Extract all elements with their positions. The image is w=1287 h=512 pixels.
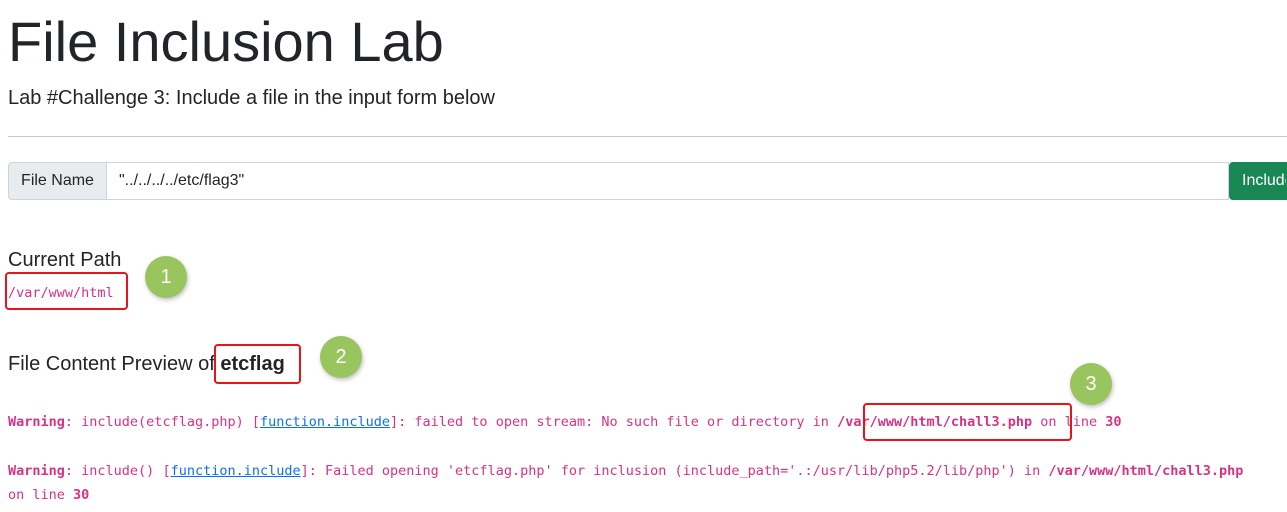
callout-badge-1: 1: [145, 256, 187, 298]
divider: [8, 136, 1287, 137]
annotation-box-current-path: [5, 272, 128, 310]
warning-line-prefix: on line: [8, 487, 74, 503]
warning-file-path: /var/www/html/chall3.php: [1048, 463, 1244, 479]
file-name-label: File Name: [8, 162, 107, 200]
file-name-input[interactable]: [107, 162, 1229, 200]
function-include-link[interactable]: function.include: [260, 414, 390, 430]
warning-label: Warning: [8, 463, 65, 479]
warning-line-number: 30: [1105, 414, 1122, 430]
warning-label: Warning: [8, 414, 65, 430]
warning-text: ]: failed to open stream: No such file o…: [390, 414, 838, 430]
warning-message: Warning: include() [function.include]: F…: [8, 459, 1243, 483]
warning-text: : include() [: [64, 463, 171, 479]
annotation-box-script-path: [863, 403, 1072, 441]
warning-text: : include(etcflag.php) [: [64, 414, 260, 430]
warning-message-continued: on line 30: [8, 483, 89, 507]
callout-badge-3: 3: [1070, 363, 1112, 405]
callout-badge-2: 2: [320, 336, 362, 378]
preview-heading-prefix: File Content Preview of: [8, 353, 215, 375]
function-include-link[interactable]: function.include: [171, 463, 301, 479]
annotation-box-file-name: [214, 344, 301, 384]
include-button[interactable]: Include: [1229, 162, 1287, 200]
page-subtitle: Lab #Challenge 3: Include a file in the …: [8, 87, 495, 109]
current-path-heading: Current Path: [8, 249, 122, 271]
file-include-form: File Name Include: [8, 162, 1287, 200]
warning-line-number: 30: [73, 487, 90, 503]
warning-text: ]: Failed opening 'etcflag.php' for incl…: [300, 463, 1049, 479]
page-title: File Inclusion Lab: [8, 10, 444, 73]
